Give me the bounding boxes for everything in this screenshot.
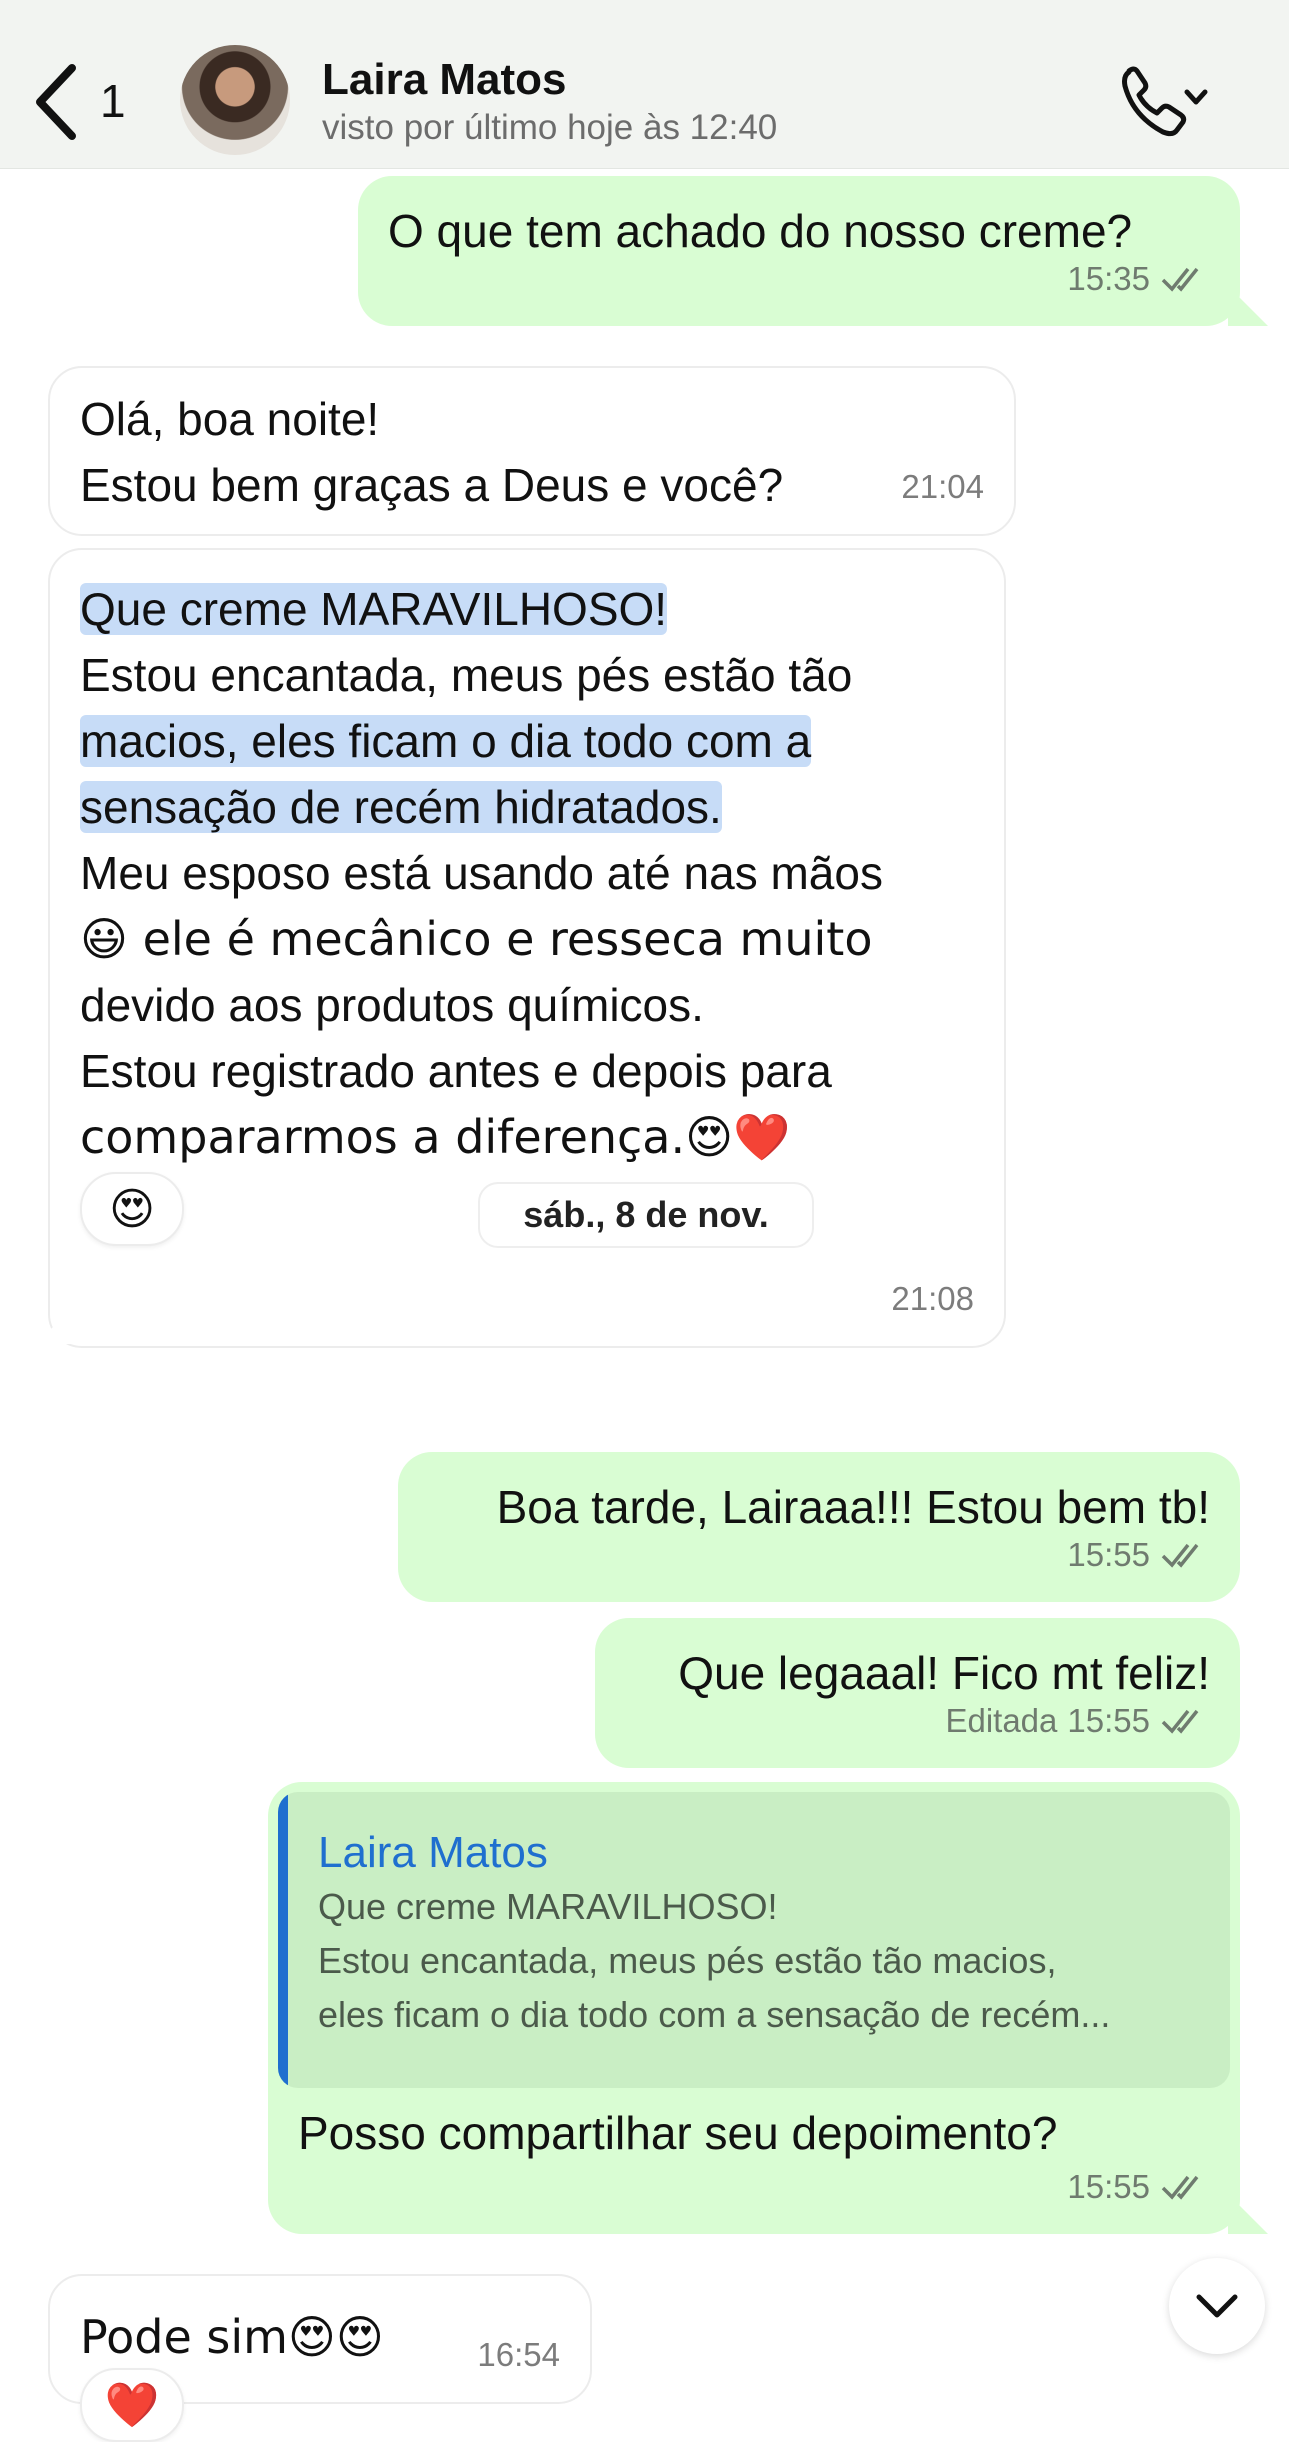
message-time: 21:04 bbox=[901, 468, 984, 505]
message-text-line: macios, eles ficam o dia todo com a bbox=[80, 708, 974, 774]
message-text-line: Estou encantada, meus pés estão tão bbox=[80, 649, 853, 701]
message-time: 21:08 bbox=[891, 1280, 974, 1317]
double-check-icon bbox=[1161, 1709, 1199, 1734]
message-time: 16:54 bbox=[477, 2336, 560, 2373]
message-time: 15:55 bbox=[1067, 2168, 1150, 2205]
message-text-line: Olá, boa noite! bbox=[80, 393, 380, 445]
message-text: Posso compartilhar seu depoimento? bbox=[298, 2107, 1058, 2159]
bubble-tail bbox=[1228, 2194, 1268, 2234]
double-check-icon bbox=[1161, 1543, 1199, 1568]
message-time: 15:55 bbox=[1067, 1536, 1150, 1573]
message-meta: 15:55 bbox=[1067, 1522, 1210, 1588]
chevron-down-icon bbox=[1184, 89, 1208, 105]
quote-line: Estou encantada, meus pés estão tão maci… bbox=[318, 1940, 1057, 1981]
phone-icon[interactable] bbox=[1115, 62, 1215, 142]
date-separator: sáb., 8 de nov. bbox=[478, 1182, 814, 1248]
message-outgoing[interactable]: O que tem achado do nosso creme? 15:35 bbox=[358, 176, 1240, 326]
message-meta: 21:08 bbox=[891, 1266, 974, 1332]
contact-name[interactable]: Laira Matos bbox=[322, 55, 567, 105]
message-meta: 21:04 bbox=[901, 454, 984, 520]
message-outgoing[interactable]: Boa tarde, Lairaaa!!! Estou bem tb! 15:5… bbox=[398, 1452, 1240, 1602]
chevron-down-icon bbox=[1196, 2294, 1238, 2318]
quote-author: Laira Matos bbox=[318, 1828, 548, 1877]
back-chevron-icon[interactable] bbox=[28, 58, 88, 146]
contact-avatar[interactable] bbox=[180, 45, 290, 155]
message-outgoing[interactable]: Que legaaal! Fico mt feliz! Editada 15:5… bbox=[595, 1618, 1240, 1768]
double-check-icon bbox=[1161, 2175, 1199, 2200]
message-reaction[interactable]: 😍 bbox=[80, 1172, 184, 1246]
edited-label: Editada bbox=[945, 1702, 1058, 1739]
bubble-tail bbox=[1228, 286, 1268, 326]
chat-header: 1 Laira Matos visto por último hoje às 1… bbox=[0, 0, 1289, 169]
quote-text: Que creme MARAVILHOSO! Estou encantada, … bbox=[318, 1880, 1210, 2042]
message-text-line: compararmos a diferença.😍❤️ bbox=[80, 1110, 791, 1164]
message-text-line: 😃 ele é mecânico e resseca muito bbox=[80, 912, 873, 966]
highlighted-text: macios, eles ficam o dia todo com a bbox=[80, 715, 812, 767]
message-text-line: sensação de recém hidratados. bbox=[80, 774, 974, 840]
message-time: 15:55 bbox=[1067, 1702, 1150, 1739]
quoted-message[interactable]: Laira Matos Que creme MARAVILHOSO! Estou… bbox=[278, 1792, 1230, 2088]
quote-line: eles ficam o dia todo com a sensação de … bbox=[318, 1994, 1111, 2035]
message-text-line: Meu esposo está usando até nas mãos bbox=[80, 847, 883, 899]
highlighted-text: Que creme MARAVILHOSO! bbox=[80, 583, 668, 635]
message-text-line: Que creme MARAVILHOSO! bbox=[80, 576, 974, 642]
message-reaction[interactable]: ❤️ bbox=[80, 2368, 184, 2442]
message-time: 15:35 bbox=[1067, 260, 1150, 297]
message-text-line: Estou bem graças a Deus e você? bbox=[80, 459, 784, 511]
highlighted-text: sensação de recém hidratados. bbox=[80, 781, 722, 833]
quote-accent-bar bbox=[278, 1792, 288, 2088]
message-meta: Editada 15:55 bbox=[945, 1688, 1210, 1754]
quote-line: Que creme MARAVILHOSO! bbox=[318, 1886, 778, 1927]
chat-area[interactable]: O que tem achado do nosso creme? 15:35 O… bbox=[0, 168, 1289, 2442]
message-meta: 15:55 bbox=[1067, 2154, 1210, 2220]
message-outgoing-reply[interactable]: Laira Matos Que creme MARAVILHOSO! Estou… bbox=[268, 1782, 1240, 2234]
message-meta: 16:54 bbox=[477, 2322, 560, 2388]
message-incoming[interactable]: Olá, boa noite! Estou bem graças a Deus … bbox=[48, 366, 1016, 536]
double-check-icon bbox=[1161, 267, 1199, 292]
contact-status: visto por último hoje às 12:40 bbox=[322, 108, 778, 147]
unread-count[interactable]: 1 bbox=[100, 74, 126, 128]
message-text-line: devido aos produtos químicos. bbox=[80, 979, 704, 1031]
message-meta: 15:35 bbox=[1067, 246, 1210, 312]
message-text-line: Estou registrado antes e depois para bbox=[80, 1045, 832, 1097]
scroll-to-bottom-button[interactable] bbox=[1169, 2258, 1265, 2354]
